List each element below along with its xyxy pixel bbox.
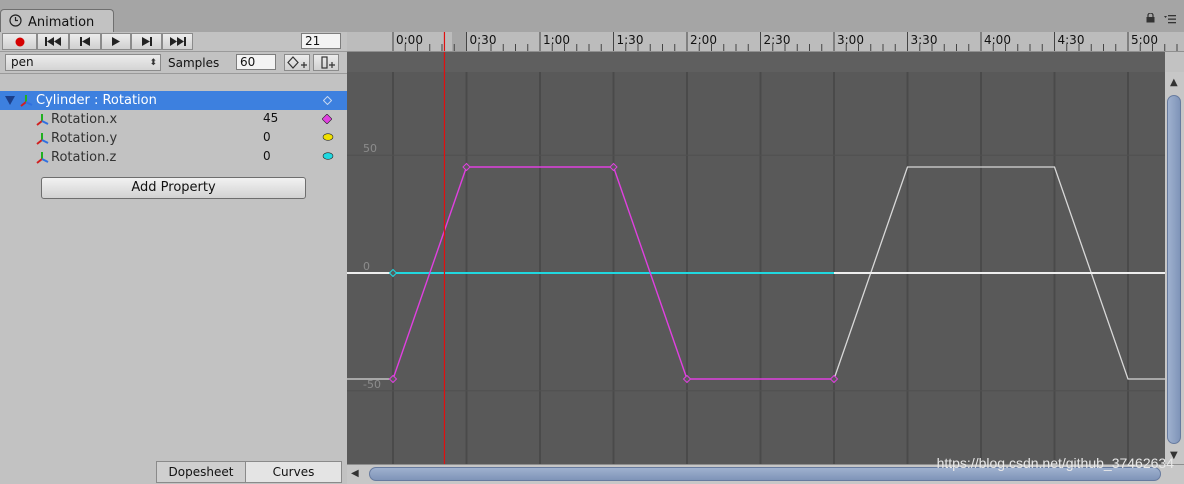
ruler-tick-label: 0:30 xyxy=(470,33,497,47)
last-keyframe-button[interactable] xyxy=(162,33,193,50)
tab-dopesheet[interactable]: Dopesheet xyxy=(156,461,246,483)
curve-color-swatch-icon[interactable] xyxy=(322,133,334,141)
clip-dropdown-value: pen xyxy=(11,55,34,69)
lock-icon[interactable] xyxy=(1146,13,1155,23)
animation-left-panel: 21 pen ⬍ Samples 60 Cylinder : Rotation … xyxy=(0,32,347,483)
clock-icon xyxy=(9,14,22,27)
property-row-rotation-z[interactable]: Rotation.z 0 xyxy=(0,148,347,167)
property-value[interactable]: 0 xyxy=(263,149,271,163)
animation-tab[interactable]: Animation xyxy=(0,9,114,33)
playback-toolbar: 21 xyxy=(0,32,347,52)
value-axis-label: 50 xyxy=(363,142,377,155)
first-keyframe-button[interactable] xyxy=(37,33,69,50)
transform-axis-icon xyxy=(20,95,33,107)
value-axis-label: 0 xyxy=(363,260,370,273)
add-event-button[interactable] xyxy=(313,54,339,71)
curve-canvas[interactable]: 50 0 -50 xyxy=(347,52,1165,464)
property-label: Rotation.x xyxy=(51,112,118,127)
scroll-left-arrow-icon[interactable]: ◀ xyxy=(351,468,359,479)
value-axis-label: -50 xyxy=(363,378,381,391)
transform-axis-icon xyxy=(36,114,49,126)
tab-curves[interactable]: Curves xyxy=(246,461,342,483)
view-mode-tabs: Dopesheet Curves xyxy=(0,461,347,483)
last-key-icon xyxy=(169,37,186,46)
ruler-ticks: 0:00 0:30 1:00 1:30 2:00 2:30 3:00 3:30 4:00 4:30… xyxy=(392,32,1178,51)
property-label: Rotation.y xyxy=(51,131,118,146)
ruler-tick-label: 2:00 xyxy=(690,33,717,47)
play-icon xyxy=(112,37,120,46)
property-group-label: Cylinder : Rotation xyxy=(36,93,157,108)
ruler-tick-label: 5:00 xyxy=(1131,33,1158,47)
tab-title: Animation xyxy=(28,15,95,30)
keyframe-diamond-icon[interactable] xyxy=(322,114,332,124)
record-button[interactable] xyxy=(2,33,37,50)
samples-label: Samples xyxy=(168,56,220,70)
window-menu-icon[interactable] xyxy=(1163,13,1177,25)
property-value[interactable]: 0 xyxy=(263,130,271,144)
watermark: https://blog.csdn.net/github_37462634 xyxy=(936,455,1174,471)
ruler-tick-label: 3:00 xyxy=(837,33,864,47)
add-event-icon xyxy=(321,56,335,69)
add-property-button[interactable]: Add Property xyxy=(41,177,306,199)
property-value[interactable]: 45 xyxy=(263,111,278,125)
previous-keyframe-button[interactable] xyxy=(69,33,101,50)
ruler-tick-label: 2:30 xyxy=(764,33,791,47)
group-keyframe-icon[interactable] xyxy=(323,96,332,105)
curve-background xyxy=(347,52,1165,464)
next-keyframe-button[interactable] xyxy=(131,33,162,50)
vertical-scrollbar[interactable]: ▲ ▼ xyxy=(1165,72,1184,464)
foldout-arrow-icon[interactable] xyxy=(5,96,15,105)
property-label: Rotation.z xyxy=(51,150,117,165)
samples-field[interactable]: 60 xyxy=(236,54,276,70)
transform-axis-icon xyxy=(36,152,49,164)
add-keyframe-icon xyxy=(287,56,307,69)
property-row-rotation-x[interactable]: Rotation.x 45 xyxy=(0,110,347,129)
property-row-rotation-y[interactable]: Rotation.y 0 xyxy=(0,129,347,148)
transform-axis-icon xyxy=(36,133,49,145)
play-button[interactable] xyxy=(101,33,131,50)
curve-color-swatch-icon[interactable] xyxy=(322,152,334,160)
dropdown-arrow-icon: ⬍ xyxy=(149,58,157,68)
vertical-scroll-thumb[interactable] xyxy=(1167,95,1181,444)
ruler-tick-label: 1:00 xyxy=(543,33,570,47)
record-icon xyxy=(15,37,24,46)
first-key-icon xyxy=(45,37,61,46)
window-tab-strip: Animation xyxy=(0,0,1184,33)
ruler-tick-label: 4:30 xyxy=(1058,33,1085,47)
timeline-ruler[interactable]: 0:00 0:30 1:00 1:30 2:00 2:30 3:00 3:30 4:00 4:30… xyxy=(347,32,1184,52)
ruler-tick-label: 3:30 xyxy=(911,33,938,47)
scroll-up-arrow-icon[interactable]: ▲ xyxy=(1170,77,1178,88)
ruler-tick-label: 1:30 xyxy=(617,33,644,47)
ruler-tick-label: 0:00 xyxy=(396,33,423,47)
clip-dropdown[interactable]: pen ⬍ xyxy=(5,54,161,71)
ruler-tick-label: 4:00 xyxy=(984,33,1011,47)
frame-field[interactable]: 21 xyxy=(301,33,341,49)
previous-key-icon xyxy=(80,37,90,46)
next-key-icon xyxy=(141,37,152,46)
property-group-row[interactable]: Cylinder : Rotation xyxy=(0,91,347,110)
clip-toolbar: pen ⬍ Samples 60 xyxy=(0,52,347,74)
keyframe-strip xyxy=(347,52,1165,72)
add-keyframe-button[interactable] xyxy=(284,54,310,71)
curve-editor[interactable]: 50 0 -50 xyxy=(347,52,1184,464)
